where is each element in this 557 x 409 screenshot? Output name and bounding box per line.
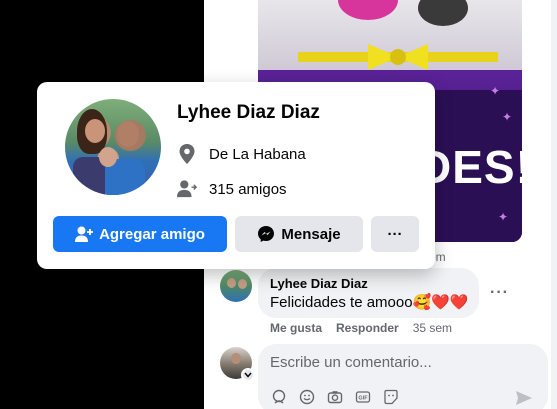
avatar-sticker-icon[interactable] xyxy=(270,388,288,406)
commenter-avatar[interactable] xyxy=(220,270,252,302)
message-label: Mensaje xyxy=(281,225,341,243)
profile-avatar[interactable] xyxy=(65,99,161,195)
avatar-face xyxy=(117,121,139,147)
chevron-down-icon[interactable] xyxy=(241,368,255,382)
profile-name[interactable]: Lyhee Diaz Diaz xyxy=(177,102,320,124)
add-friend-label: Agregar amigo xyxy=(99,225,205,243)
location-pin-icon xyxy=(177,144,197,164)
comment-bubble: Lyhee Diaz Diaz Felicidades te amooo🥰❤️❤… xyxy=(258,268,479,318)
like-button[interactable]: Me gusta xyxy=(270,321,322,335)
scrollbar[interactable] xyxy=(551,0,557,409)
comment-actions: Me gusta Responder 35 sem xyxy=(270,321,452,335)
star-decoration: ✦ xyxy=(502,110,513,124)
star-decoration: ✦ xyxy=(498,210,509,224)
friends-icon xyxy=(177,179,197,199)
friends-count[interactable]: 315 amigos xyxy=(209,181,287,198)
svg-text:GIF: GIF xyxy=(358,396,368,402)
ribbon-graphic xyxy=(298,44,498,70)
sticker-icon[interactable] xyxy=(382,388,400,406)
messenger-icon xyxy=(258,226,275,242)
comment-input[interactable] xyxy=(270,354,530,371)
avatar-face xyxy=(231,353,241,364)
comment-timestamp[interactable]: 35 sem xyxy=(413,321,452,335)
send-icon[interactable] xyxy=(514,388,534,408)
camera-icon[interactable] xyxy=(326,388,344,406)
profile-hover-card: Lyhee Diaz Diaz De La Habana 315 amigos … xyxy=(37,82,435,269)
gif-icon[interactable]: GIF xyxy=(354,388,372,406)
comment-text: Felicidades te amooo🥰❤️❤️ xyxy=(270,294,469,311)
more-options-button[interactable]: ··· xyxy=(371,216,419,252)
reply-button[interactable]: Responder xyxy=(336,321,399,335)
star-decoration: ✦ xyxy=(490,84,501,98)
avatar-face xyxy=(227,278,236,288)
avatar-face xyxy=(99,147,117,167)
add-friend-icon xyxy=(75,226,94,242)
emoji-icon[interactable] xyxy=(298,388,316,406)
location-text: De La Habana xyxy=(209,145,306,163)
more-icon: ··· xyxy=(387,225,403,243)
avatar-face xyxy=(85,119,105,143)
composer-tools: GIF xyxy=(270,388,400,406)
comment-more-icon[interactable]: ··· xyxy=(490,284,509,302)
comment-author[interactable]: Lyhee Diaz Diaz xyxy=(270,276,467,291)
location-row: De La Habana xyxy=(177,144,306,164)
avatar-face xyxy=(238,279,247,289)
friends-row: 315 amigos xyxy=(177,179,287,199)
add-friend-button[interactable]: Agregar amigo xyxy=(53,216,227,252)
comment-composer: GIF xyxy=(258,344,548,409)
message-button[interactable]: Mensaje xyxy=(235,216,363,252)
